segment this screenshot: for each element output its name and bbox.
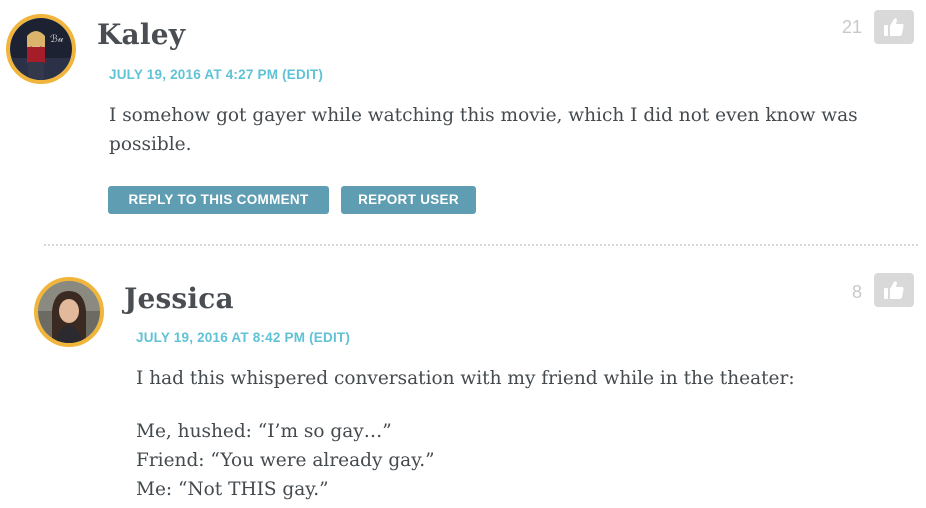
comment-author[interactable]: Jessica (124, 282, 234, 315)
reply-button[interactable]: REPLY TO THIS COMMENT (108, 186, 329, 214)
comment-meta: JULY 19, 2016 AT 8:42 PM (EDIT) (136, 330, 350, 345)
comment-body: I somehow got gayer while watching this … (109, 101, 869, 159)
edit-link[interactable]: (EDIT) (282, 67, 323, 82)
comment-divider (44, 244, 918, 246)
thumbs-up-icon (884, 18, 904, 36)
edit-link[interactable]: (EDIT) (309, 330, 350, 345)
comment-date[interactable]: JULY 19, 2016 AT 4:27 PM (109, 67, 278, 82)
avatar[interactable]: ℬ𝓊 (6, 14, 76, 84)
avatar[interactable] (34, 277, 104, 347)
avatar-image (38, 281, 100, 343)
comment-author[interactable]: Kaley (97, 18, 185, 51)
comment-date[interactable]: JULY 19, 2016 AT 8:42 PM (136, 330, 305, 345)
comment-body: I had this whispered conversation with m… (136, 364, 876, 504)
comment-paragraph: Me, hushed: “I’m so gay…” (136, 421, 392, 442)
comment-paragraph: I somehow got gayer while watching this … (109, 105, 858, 155)
comment-paragraph: I had this whispered conversation with m… (136, 368, 795, 389)
report-user-button[interactable]: REPORT USER (341, 186, 476, 214)
comment-paragraph: Friend: “You were already gay.” (136, 450, 435, 471)
vote-count: 21 (841, 17, 862, 37)
comment-paragraph: Me: “Not THIS gay.” (136, 479, 329, 500)
avatar-image: ℬ𝓊 (10, 18, 72, 80)
svg-text:ℬ𝓊: ℬ𝓊 (50, 34, 64, 45)
comment-meta: JULY 19, 2016 AT 4:27 PM (EDIT) (109, 67, 323, 82)
like-button[interactable] (874, 273, 914, 307)
like-button[interactable] (874, 10, 914, 44)
vote-count: 8 (851, 282, 862, 302)
thumbs-up-icon (884, 281, 904, 299)
